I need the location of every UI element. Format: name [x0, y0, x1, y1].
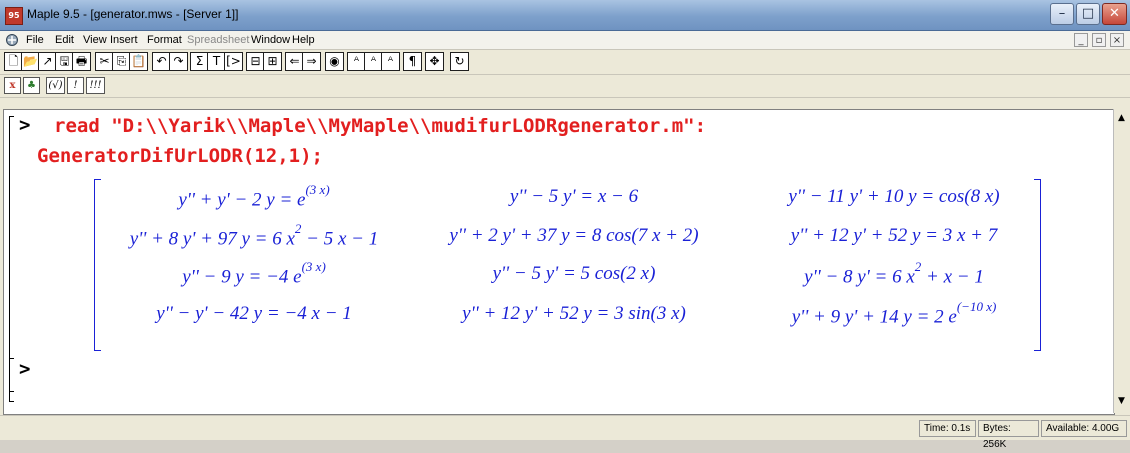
scroll-down-icon[interactable]: ▼: [1114, 394, 1129, 409]
status-available: Available: 4.00G: [1041, 420, 1127, 437]
status-bytes: Bytes: 256K: [978, 420, 1039, 450]
expand-group-icon[interactable]: ✥: [425, 52, 444, 71]
maple-window: 95 Maple 9.5 - [generator.mws - [Server …: [0, 0, 1130, 450]
vertical-scrollbar[interactable]: ▲ ▼: [1113, 109, 1129, 413]
title-bar[interactable]: 95 Maple 9.5 - [generator.mws - [Server …: [0, 0, 1130, 31]
maple-leaf-button[interactable]: ♣: [23, 77, 40, 94]
mdi-restore-button[interactable]: ▫: [1092, 33, 1106, 47]
math-toolbar: x ♣ (√) ! !!!: [0, 75, 1130, 98]
prompt-symbol: >: [19, 114, 31, 136]
maple-app-icon: 95: [5, 7, 23, 25]
prompt-symbol-2: >: [19, 358, 31, 380]
matrix-cell-r2-c2: y'' + 2 y' + 37 y = 8 cos(7 x + 2): [449, 225, 699, 246]
matrix-cell-r3-c3: y'' − 8 y' = 6 x2 + x − 1: [804, 259, 984, 288]
maximize-icon: □: [1081, 6, 1095, 21]
status-time: Time: 0.1s: [919, 420, 976, 437]
evaluate-button[interactable]: (√): [46, 77, 65, 94]
menu-insert[interactable]: Insert: [110, 34, 138, 46]
matrix-cell-r2-c1: y'' + 8 y' + 97 y = 6 x2 − 5 x − 1: [129, 221, 379, 250]
print-icon[interactable]: 🖶: [72, 52, 91, 71]
restart-icon[interactable]: ↻: [450, 52, 469, 71]
close-button[interactable]: ✕: [1102, 3, 1127, 25]
minimize-button[interactable]: –: [1050, 3, 1074, 25]
execution-group-bracket-2[interactable]: [9, 358, 14, 392]
paste-icon[interactable]: 📋: [129, 52, 148, 71]
execute-button[interactable]: x: [4, 77, 21, 94]
matrix-cell-r4-c1: y'' − y' − 42 y = −4 x − 1: [156, 303, 352, 324]
prompt-icon[interactable]: [>: [224, 52, 243, 71]
zoom-200-icon[interactable]: ᴬ: [381, 52, 400, 71]
menu-window[interactable]: Window: [251, 34, 290, 46]
menu-format[interactable]: Format: [147, 34, 182, 46]
matrix-cell-r1-c1: y'' + y' − 2 y = e(3 x): [178, 182, 330, 211]
menu-help[interactable]: Help: [292, 34, 315, 46]
mdi-close-button[interactable]: ×: [1110, 33, 1124, 47]
collapse-icon[interactable]: ⊞: [263, 52, 282, 71]
matrix-cell-r1-c2: y'' − 5 y' = x − 6: [509, 186, 639, 207]
menu-file[interactable]: File: [26, 34, 44, 46]
menu-view[interactable]: View: [83, 34, 107, 46]
close-icon: ✕: [1109, 6, 1120, 21]
input-line-2[interactable]: GeneratorDifUrLODR(12,1);: [37, 145, 323, 167]
redo-icon[interactable]: ↷: [169, 52, 188, 71]
menu-bar: File Edit View Insert Format Spreadsheet Windo…: [0, 31, 1130, 50]
minimize-icon: –: [1058, 6, 1066, 21]
matrix-cell-r3-c1: y'' − 9 y = −4 e(3 x): [182, 259, 326, 288]
document-menu-icon[interactable]: [5, 33, 19, 47]
matrix-cell-r3-c2: y'' − 5 y' = 5 cos(2 x): [492, 263, 656, 284]
matrix-cell-r1-c3: y'' − 11 y' + 10 y = cos(8 x): [788, 186, 1000, 207]
main-toolbar: 🗋 📂 ↗ 🖫 🖶 ✂ ⎘ 📋 ↶ ↷ Σ T [> ⊟ ⊞ ⇐ ⇒ ◉ ᴬ ᴬ ᴬ ¶ ✥ ↻: [0, 50, 1130, 75]
menu-edit[interactable]: Edit: [55, 34, 74, 46]
status-bar: Time: 0.1s Bytes: 256K Available: 4.00G: [0, 415, 1130, 450]
scroll-up-icon[interactable]: ▲: [1114, 111, 1129, 126]
maximize-button[interactable]: □: [1076, 3, 1100, 25]
execute-once-button[interactable]: !: [67, 77, 84, 94]
mdi-minimize-button[interactable]: _: [1074, 33, 1088, 47]
worksheet[interactable]: > read "D:\\Yarik\\Maple\\MyMaple\\mudif…: [3, 109, 1115, 415]
menu-spreadsheet[interactable]: Spreadsheet: [187, 34, 249, 46]
execute-all-button[interactable]: !!!: [86, 77, 105, 94]
stop-icon[interactable]: ◉: [325, 52, 344, 71]
forward-icon[interactable]: ⇒: [302, 52, 321, 71]
matrix-cell-r4-c3: y'' + 9 y' + 14 y = 2 e(−10 x): [791, 299, 997, 328]
matrix-cell-r2-c3: y'' + 12 y' + 52 y = 3 x + 7: [790, 225, 998, 246]
input-line-1[interactable]: read "D:\\Yarik\\Maple\\MyMaple\\mudifur…: [54, 115, 706, 137]
matrix-cell-r4-c2: y'' + 12 y' + 52 y = 3 sin(3 x): [462, 303, 686, 324]
pilcrow-icon[interactable]: ¶: [403, 52, 422, 71]
window-title: Maple 9.5 - [generator.mws - [Server 1]]: [27, 7, 239, 21]
